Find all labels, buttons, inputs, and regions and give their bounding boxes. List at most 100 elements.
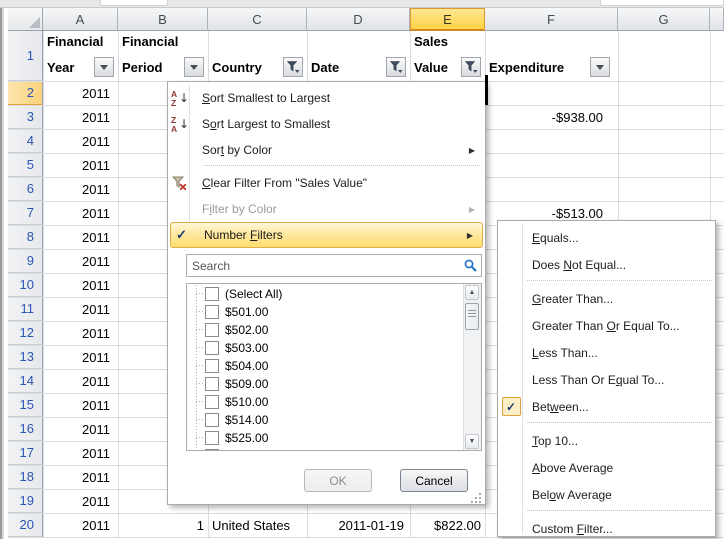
cell-C20[interactable]: United States: [208, 513, 307, 537]
header-cell-B[interactable]: FinancialPeriod: [118, 31, 208, 81]
cell-A6[interactable]: 2011: [43, 177, 118, 201]
cell-A5[interactable]: 2011: [43, 153, 118, 177]
checkbox-unchecked[interactable]: [205, 377, 219, 391]
menu-item-sort-largest-to-smallest[interactable]: ZA↓Sort Largest to Smallest: [169, 111, 484, 137]
submenu-item-between[interactable]: ✓Between...: [499, 393, 714, 420]
cell-A9[interactable]: 2011: [43, 249, 118, 273]
cell-A7[interactable]: 2011: [43, 201, 118, 225]
filter-button-B[interactable]: [184, 57, 204, 77]
column-header-B[interactable]: B: [118, 8, 208, 31]
scrollbar-thumb[interactable]: [465, 303, 479, 330]
cell-A13[interactable]: 2011: [43, 345, 118, 369]
submenu-item-above-average[interactable]: Above Average: [499, 454, 714, 481]
resize-grip[interactable]: [479, 493, 481, 495]
header-cell-F[interactable]: Expenditure: [485, 31, 618, 81]
submenu-item-greater-than-or-equal-to[interactable]: Greater Than Or Equal To...: [499, 312, 714, 339]
cell-A12[interactable]: 2011: [43, 321, 118, 345]
row-header-4[interactable]: 4: [8, 129, 43, 153]
header-cell-E[interactable]: SalesValue: [410, 31, 485, 81]
row-header-9[interactable]: 9: [8, 249, 43, 273]
row-header-8[interactable]: 8: [8, 225, 43, 249]
menu-item-filter-by-color[interactable]: Filter by Color▶: [169, 196, 484, 222]
header-cell-D[interactable]: Date: [307, 31, 410, 81]
filter-button-C[interactable]: [283, 57, 303, 77]
select-all-corner[interactable]: [8, 8, 43, 31]
filter-button-A[interactable]: [94, 57, 114, 77]
header-cell-C[interactable]: Country: [208, 31, 307, 81]
row-header-14[interactable]: 14: [8, 369, 43, 393]
ok-button[interactable]: OK: [304, 469, 372, 492]
list-item[interactable]: $504.00: [189, 357, 464, 375]
submenu-item-custom-filter[interactable]: Custom Filter...: [499, 515, 714, 539]
menu-item-clear-filter[interactable]: Clear Filter From "Sales Value": [169, 170, 484, 196]
submenu-item-less-than[interactable]: Less Than...: [499, 339, 714, 366]
list-item[interactable]: $502.00: [189, 321, 464, 339]
column-header-D[interactable]: D: [307, 8, 410, 31]
cell-A18[interactable]: 2011: [43, 465, 118, 489]
checkbox-unchecked[interactable]: [205, 323, 219, 337]
column-header-A[interactable]: A: [43, 8, 118, 31]
cell-A20[interactable]: 2011: [43, 513, 118, 537]
row-header-17[interactable]: 17: [8, 441, 43, 465]
column-header-E[interactable]: E: [410, 8, 485, 31]
cell-B20[interactable]: 1: [118, 513, 208, 537]
submenu-item-equals[interactable]: Equals...: [499, 224, 714, 251]
cell-A10[interactable]: 2011: [43, 273, 118, 297]
list-item[interactable]: $501.00: [189, 303, 464, 321]
submenu-item-top-10[interactable]: Top 10...: [499, 427, 714, 454]
cell-E20[interactable]: $822.00: [410, 513, 485, 537]
list-item[interactable]: (Select All): [189, 285, 464, 303]
submenu-item-below-average[interactable]: Below Average: [499, 481, 714, 508]
row-header-13[interactable]: 13: [8, 345, 43, 369]
row-header-1[interactable]: 1: [8, 31, 43, 81]
list-item-partial[interactable]: [189, 447, 464, 450]
submenu-item-does-not-equal[interactable]: Does Not Equal...: [499, 251, 714, 278]
filter-button-D[interactable]: [386, 57, 406, 77]
checkbox-unchecked[interactable]: [205, 359, 219, 373]
checkbox-unchecked[interactable]: [205, 395, 219, 409]
cell-A14[interactable]: 2011: [43, 369, 118, 393]
list-item[interactable]: $514.00: [189, 411, 464, 429]
column-header-F[interactable]: F: [485, 8, 618, 31]
checkbox-unchecked[interactable]: [205, 413, 219, 427]
checkbox-unchecked[interactable]: [205, 305, 219, 319]
menu-item-sort-smallest-to-largest[interactable]: AZ↓Sort Smallest to Largest: [169, 85, 484, 111]
cell-A3[interactable]: 2011: [43, 105, 118, 129]
row-header-10[interactable]: 10: [8, 273, 43, 297]
list-item[interactable]: $510.00: [189, 393, 464, 411]
list-item[interactable]: $525.00: [189, 429, 464, 447]
cancel-button[interactable]: Cancel: [400, 469, 468, 492]
header-cell-A[interactable]: FinancialYear: [43, 31, 118, 81]
row-header-3[interactable]: 3: [8, 105, 43, 129]
row-header-6[interactable]: 6: [8, 177, 43, 201]
scroll-up-icon[interactable]: ▲: [465, 285, 479, 300]
row-header-18[interactable]: 18: [8, 465, 43, 489]
row-header-5[interactable]: 5: [8, 153, 43, 177]
search-input[interactable]: [186, 254, 482, 277]
row-header-7[interactable]: 7: [8, 201, 43, 225]
column-header-partial[interactable]: [710, 8, 724, 31]
column-header-G[interactable]: G: [618, 8, 710, 31]
row-header-11[interactable]: 11: [8, 297, 43, 321]
menu-item-sort-by-color[interactable]: Sort by Color▶: [169, 137, 484, 163]
row-header-20[interactable]: 20: [8, 513, 43, 537]
cell-F3[interactable]: -$938.00: [485, 105, 618, 129]
cell-A8[interactable]: 2011: [43, 225, 118, 249]
checkbox-unchecked[interactable]: [205, 341, 219, 355]
menu-item-number-filters[interactable]: ✓Number Filters▶: [170, 222, 483, 248]
scroll-down-icon[interactable]: ▼: [465, 434, 479, 449]
filter-button-E[interactable]: [461, 57, 481, 77]
checkbox-unchecked[interactable]: [205, 431, 219, 445]
list-item[interactable]: $503.00: [189, 339, 464, 357]
submenu-item-greater-than[interactable]: Greater Than...: [499, 285, 714, 312]
cell-A2[interactable]: 2011: [43, 81, 118, 105]
filter-button-F[interactable]: [590, 57, 610, 77]
cell-A11[interactable]: 2011: [43, 297, 118, 321]
submenu-item-less-than-or-equal-to[interactable]: Less Than Or Equal To...: [499, 366, 714, 393]
list-item[interactable]: $509.00: [189, 375, 464, 393]
cell-D20[interactable]: 2011-01-19: [307, 513, 410, 537]
cell-A15[interactable]: 2011: [43, 393, 118, 417]
cell-A17[interactable]: 2011: [43, 441, 118, 465]
cell-A16[interactable]: 2011: [43, 417, 118, 441]
listbox-scrollbar[interactable]: ▲ ▼: [463, 284, 481, 450]
